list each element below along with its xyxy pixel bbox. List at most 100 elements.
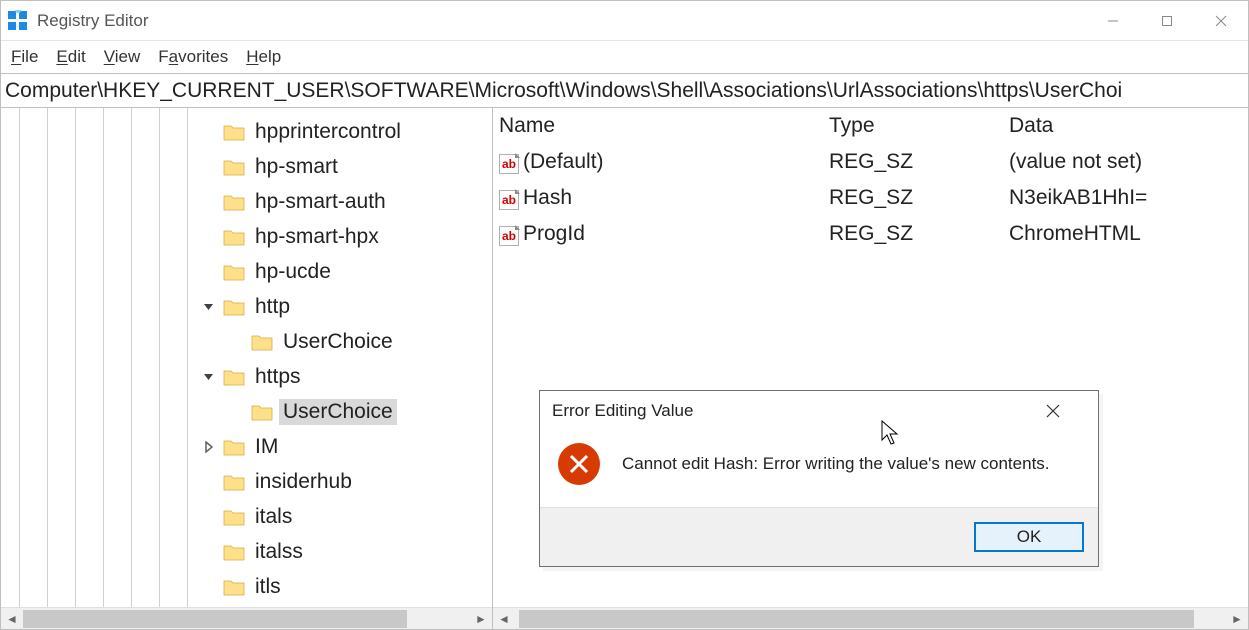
chevron-none: ▸ [203, 578, 221, 595]
tree-item[interactable]: ▸ hp-smart [1, 149, 492, 184]
chevron-none: ▸ [203, 158, 221, 175]
tree-item-label: italss [251, 539, 307, 565]
value-name: Hash [523, 186, 572, 209]
tree-item[interactable]: ▸ itals [1, 499, 492, 534]
value-data: ChromeHTML [1009, 222, 1248, 246]
tree-item[interactable]: ▸UserChoice [1, 394, 492, 429]
values-header: Name Type Data [499, 108, 1248, 144]
scroll-left-icon[interactable]: ◄ [1, 608, 23, 630]
close-button[interactable] [1194, 1, 1248, 40]
value-data: N3eikAB1HhI= [1009, 186, 1248, 210]
ok-button[interactable]: OK [974, 522, 1084, 552]
tree-item-label: hp-smart [251, 154, 342, 180]
folder-icon [223, 438, 245, 456]
value-row[interactable]: Hash REG_SZN3eikAB1HhI= [499, 180, 1248, 216]
value-type: REG_SZ [829, 222, 1009, 246]
scroll-left-icon[interactable]: ◄ [493, 608, 515, 630]
tree-item-label: itals [251, 504, 296, 530]
column-data[interactable]: Data [1009, 114, 1248, 138]
value-row[interactable]: ProgId REG_SZChromeHTML [499, 216, 1248, 252]
tree-item[interactable]: ▸ UserChoice [1, 324, 492, 359]
value-data: (value not set) [1009, 150, 1248, 174]
column-name[interactable]: Name [499, 114, 829, 138]
window-title: Registry Editor [37, 11, 1086, 31]
chevron-none: ▸ [231, 333, 249, 350]
folder-icon [251, 333, 273, 351]
values-horizontal-scrollbar[interactable]: ◄ ► [493, 607, 1248, 629]
string-value-icon [499, 154, 519, 174]
chevron-none: ▸ [203, 508, 221, 525]
tree-item-label: hp-ucde [251, 259, 335, 285]
chevron-none: ▸ [203, 473, 221, 490]
chevron-none: ▸ [203, 123, 221, 140]
chevron-down-icon[interactable] [203, 301, 221, 313]
menu-help[interactable]: Help [246, 47, 281, 67]
value-name: ProgId [523, 222, 585, 245]
tree-item[interactable]: ▸ hp-smart-hpx [1, 219, 492, 254]
folder-icon [223, 473, 245, 491]
error-dialog: Error Editing Value Cannot edit Hash: Er… [539, 390, 1099, 567]
tree-item[interactable]: ▸ itls [1, 569, 492, 604]
value-type: REG_SZ [829, 150, 1009, 174]
minimize-button[interactable] [1086, 1, 1140, 40]
tree-item-label: hpprintercontrol [251, 119, 405, 145]
tree-item-label: itls [251, 574, 285, 600]
folder-icon [223, 193, 245, 211]
folder-icon [223, 508, 245, 526]
dialog-close-button[interactable] [1046, 404, 1086, 418]
regedit-icon [7, 10, 29, 32]
window-controls [1086, 1, 1248, 40]
tree-item-label: IM [251, 434, 282, 460]
value-name: (Default) [523, 150, 604, 173]
tree-item[interactable]: http [1, 289, 492, 324]
folder-icon [223, 298, 245, 316]
tree-item-label: hp-smart-hpx [251, 224, 383, 250]
tree-item-label: UserChoice [279, 329, 397, 355]
menu-favorites[interactable]: Favorites [158, 47, 228, 67]
tree-scroll-area[interactable]: ▸ hpprintercontrol ▸ hp-smart ▸hp-smart-auth… [1, 108, 492, 607]
tree-horizontal-scrollbar[interactable]: ◄ ► [1, 607, 492, 629]
tree-item[interactable]: ▸hp-ucde [1, 254, 492, 289]
tree-item-label: insiderhub [251, 469, 356, 495]
folder-icon [223, 368, 245, 386]
tree-item[interactable]: ▸ insiderhub [1, 464, 492, 499]
chevron-none: ▸ [203, 228, 221, 245]
chevron-none: ▸ [231, 403, 249, 420]
value-type: REG_SZ [829, 186, 1009, 210]
chevron-none: ▸ [203, 543, 221, 560]
menu-file[interactable]: File [11, 47, 38, 67]
menu-edit[interactable]: Edit [56, 47, 85, 67]
menu-view[interactable]: View [104, 47, 141, 67]
address-bar[interactable]: Computer\HKEY_CURRENT_USER\SOFTWARE\Micr… [1, 73, 1248, 108]
chevron-down-icon[interactable] [203, 371, 221, 383]
folder-icon [223, 158, 245, 176]
folder-icon [223, 228, 245, 246]
tree-item[interactable]: IM [1, 429, 492, 464]
folder-icon [223, 263, 245, 281]
content-area: ▸ hpprintercontrol ▸ hp-smart ▸hp-smart-auth… [1, 108, 1248, 629]
dialog-message: Cannot edit Hash: Error writing the valu… [622, 454, 1050, 474]
tree-item[interactable]: ▸ hpprintercontrol [1, 114, 492, 149]
chevron-none: ▸ [203, 193, 221, 210]
tree-item[interactable]: ▸hp-smart-auth [1, 184, 492, 219]
string-value-icon [499, 226, 519, 246]
folder-icon [251, 403, 273, 421]
tree-item-label: https [251, 364, 305, 390]
string-value-icon [499, 190, 519, 210]
registry-editor-window: Registry Editor File Edit View Favorites… [0, 0, 1249, 630]
error-icon [558, 443, 600, 485]
tree-item-label: http [251, 294, 294, 320]
folder-icon [223, 123, 245, 141]
tree-item[interactable]: ▸ italss [1, 534, 492, 569]
dialog-titlebar: Error Editing Value [540, 391, 1098, 431]
chevron-right-icon[interactable] [203, 441, 221, 453]
scroll-right-icon[interactable]: ► [1226, 608, 1248, 630]
menubar: File Edit View Favorites Help [1, 41, 1248, 73]
column-type[interactable]: Type [829, 114, 1009, 138]
tree-item[interactable]: https [1, 359, 492, 394]
value-row[interactable]: (Default) REG_SZ(value not set) [499, 144, 1248, 180]
folder-icon [223, 578, 245, 596]
maximize-button[interactable] [1140, 1, 1194, 40]
dialog-title: Error Editing Value [552, 401, 693, 421]
scroll-right-icon[interactable]: ► [470, 608, 492, 630]
